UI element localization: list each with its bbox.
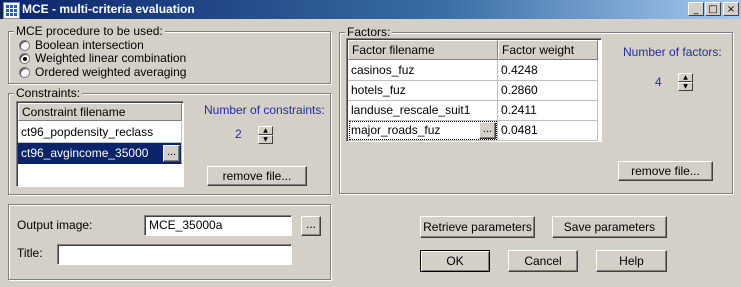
radio-label: Ordered weighted averaging <box>35 65 187 79</box>
radio-label: Boolean intersection <box>35 38 144 52</box>
maximize-icon[interactable]: □ <box>705 2 721 16</box>
minimize-icon[interactable]: _ <box>688 2 704 16</box>
factors-group-label: Factors: <box>345 25 393 39</box>
number-of-constraints-label: Number of constraints: <box>204 103 325 117</box>
app-icon <box>3 2 20 19</box>
ok-button[interactable]: OK <box>420 250 490 272</box>
table-row[interactable]: ct96_popdensity_reclass <box>18 122 182 143</box>
retrieve-parameters-button[interactable]: Retrieve parameters <box>420 216 535 238</box>
window-title: MCE - multi-criteria evaluation <box>22 2 195 16</box>
spin-down-icon[interactable]: ▼ <box>678 82 693 91</box>
table-row-selected[interactable]: ct96_avgincome_35000 <box>18 143 182 164</box>
table-cell[interactable]: 0.2860 <box>498 80 598 101</box>
procedure-group-label: MCE procedure to be used: <box>14 24 165 38</box>
title-input[interactable] <box>57 244 292 265</box>
column-header[interactable]: Factor filename <box>348 40 498 60</box>
factors-spinner[interactable]: ▲ ▼ <box>678 73 693 91</box>
radio-ordered-weighted-averaging[interactable] <box>19 67 30 78</box>
table-cell[interactable]: landuse_rescale_suit1 <box>348 100 498 121</box>
close-icon[interactable]: × <box>723 2 739 16</box>
table-cell[interactable]: 0.0481 <box>498 120 598 141</box>
constraints-group-label: Constraints: <box>14 86 83 100</box>
table-cell: ct96_avgincome_35000 <box>21 146 149 160</box>
remove-factor-button[interactable]: remove file... <box>618 161 713 181</box>
table-cell[interactable]: hotels_fuz <box>348 80 498 101</box>
spin-up-icon[interactable]: ▲ <box>678 73 693 82</box>
table-cell-active[interactable]: major_roads_fuz <box>348 120 498 141</box>
browse-button[interactable]: ... <box>163 145 180 162</box>
remove-constraint-button[interactable]: remove file... <box>207 166 307 186</box>
output-image-label: Output image: <box>17 218 93 232</box>
output-browse-button[interactable]: ... <box>301 216 321 236</box>
table-cell[interactable]: 0.2411 <box>498 100 598 121</box>
title-bar[interactable]: MCE - multi-criteria evaluation _ □ × <box>0 0 741 19</box>
constraints-count: 2 <box>235 127 242 141</box>
factor-browse-button[interactable]: ... <box>479 122 496 139</box>
column-header[interactable]: Constraint filename <box>18 103 182 121</box>
cancel-button[interactable]: Cancel <box>508 250 578 272</box>
radio-label: Weighted linear combination <box>35 51 187 65</box>
factors-table[interactable]: Factor filename Factor weight casinos_fu… <box>346 38 602 142</box>
help-button[interactable]: Help <box>596 250 667 272</box>
number-of-factors-label: Number of factors: <box>623 45 722 59</box>
constraints-spinner[interactable]: ▲ ▼ <box>258 126 273 144</box>
spin-up-icon[interactable]: ▲ <box>258 126 273 135</box>
factors-count: 4 <box>655 75 662 89</box>
table-cell[interactable]: casinos_fuz <box>348 60 498 81</box>
constraints-table[interactable]: Constraint filename ct96_popdensity_recl… <box>16 101 184 187</box>
radio-boolean-intersection[interactable] <box>19 40 30 51</box>
title-label: Title: <box>17 246 43 260</box>
column-header[interactable]: Factor weight <box>498 40 598 60</box>
table-cell[interactable]: 0.4248 <box>498 60 598 81</box>
spin-down-icon[interactable]: ▼ <box>258 135 273 144</box>
output-image-input[interactable]: MCE_35000a <box>144 215 292 236</box>
radio-weighted-linear-combination[interactable] <box>19 53 30 64</box>
save-parameters-button[interactable]: Save parameters <box>552 216 667 238</box>
